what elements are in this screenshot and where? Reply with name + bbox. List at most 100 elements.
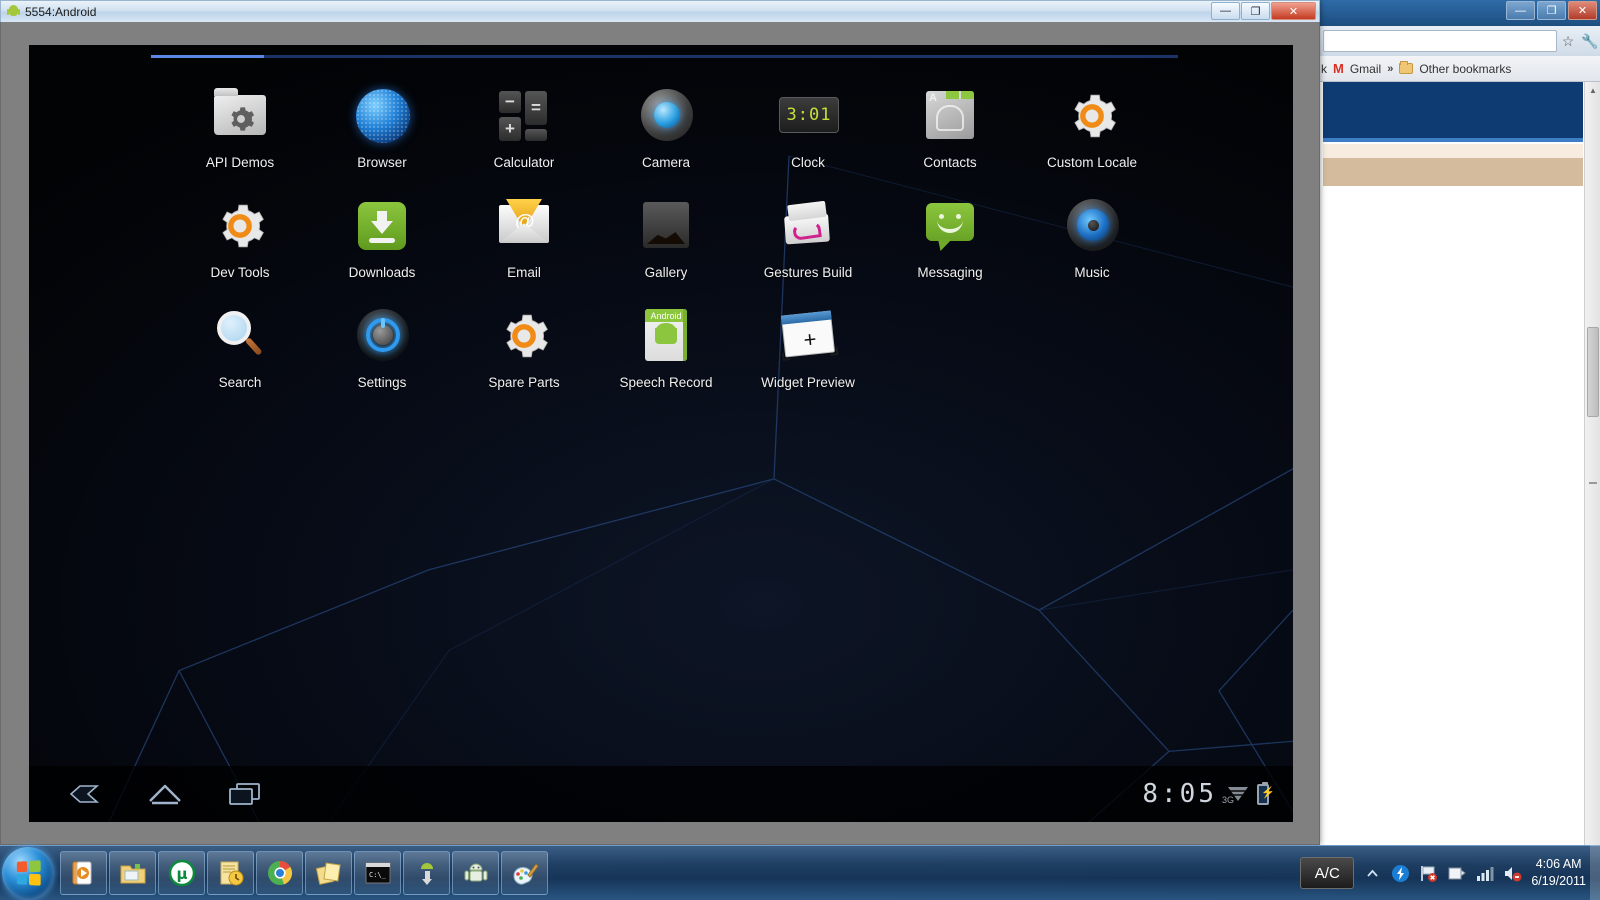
flag-error-icon[interactable]	[1419, 864, 1438, 883]
android-system-bar[interactable]: 8:05 3G ⚡	[29, 766, 1293, 822]
bookmark-other-bookmarks[interactable]: Other bookmarks	[1419, 62, 1511, 76]
show-desktop-button[interactable]	[1590, 845, 1600, 900]
chevron-up-icon[interactable]	[1363, 864, 1382, 883]
gear-icon	[1059, 83, 1125, 149]
android-emulator-window[interactable]: 5554:Android — ❐ ✕	[0, 0, 1320, 845]
app-calculator[interactable]: − = + Calculator	[453, 77, 595, 187]
page-tan-band	[1323, 158, 1583, 186]
app-camera[interactable]: Camera	[595, 77, 737, 187]
speech-recorder-icon: Android	[633, 303, 699, 369]
android-download-icon	[412, 858, 442, 888]
app-clock[interactable]: 3:01 Clock	[737, 77, 879, 187]
app-dev-tools[interactable]: Dev Tools	[169, 187, 311, 297]
app-search[interactable]: Search	[169, 297, 311, 407]
app-custom-locale[interactable]: Custom Locale	[1021, 77, 1163, 187]
android-robot-icon	[7, 5, 20, 19]
signal-bars-icon[interactable]	[1475, 864, 1494, 883]
app-gallery[interactable]: Gallery	[595, 187, 737, 297]
app-music[interactable]: Music	[1021, 187, 1163, 297]
taskbar-item-chrome[interactable]	[256, 851, 303, 895]
taskbar-item-explorer[interactable]	[109, 851, 156, 895]
yellow-files-icon	[314, 858, 344, 888]
emulator-titlebar[interactable]: 5554:Android — ❐ ✕	[0, 0, 1320, 22]
windows-taskbar[interactable]: µ	[0, 845, 1600, 900]
speech-badge: Android	[645, 309, 687, 322]
bookmark-gmail[interactable]: Gmail	[1350, 62, 1381, 76]
status-indicators[interactable]: 8:05 3G ⚡	[1142, 779, 1277, 809]
emulator-close-button[interactable]: ✕	[1271, 2, 1316, 20]
taskbar-item-media-player[interactable]	[60, 851, 107, 895]
app-gestures-builder[interactable]: Gestures Build	[737, 187, 879, 297]
bookmark-clipped-label[interactable]: k	[1321, 62, 1327, 76]
chrome-minimize-button[interactable]: —	[1506, 1, 1535, 20]
clock-icon-time: 3:01	[787, 105, 832, 125]
app-contacts[interactable]: A Contacts	[879, 77, 1021, 187]
tray-clock[interactable]: 4:06 AM 6/19/2011	[1531, 856, 1586, 890]
paint-palette-icon	[510, 858, 540, 888]
calc-key-equals: =	[525, 91, 547, 125]
page-header-band	[1323, 82, 1583, 138]
navigation-buttons[interactable]	[45, 779, 267, 809]
omnibox-input[interactable]	[1323, 30, 1557, 52]
app-label: Browser	[357, 155, 407, 170]
status-clock: 8:05	[1142, 779, 1217, 809]
back-arrow-icon[interactable]	[63, 779, 107, 809]
eject-device-icon[interactable]	[1447, 864, 1466, 883]
app-messaging[interactable]: Messaging	[879, 187, 1021, 297]
app-label: Widget Preview	[761, 375, 855, 390]
taskbar-item-sdk-download[interactable]	[403, 851, 450, 895]
taskbar-item-android-emulator[interactable]	[452, 851, 499, 895]
calc-key-plus: +	[499, 117, 521, 141]
speaker-muted-icon[interactable]	[1503, 864, 1522, 883]
chrome-titlebar[interactable]: — ❐ ✕	[1319, 0, 1600, 26]
emulator-title: 5554:Android	[25, 5, 96, 19]
app-speech-recorder[interactable]: Android Speech Record	[595, 297, 737, 407]
app-drawer-grid[interactable]: API Demos Browser − = +	[169, 77, 1163, 407]
app-email[interactable]: @ Email	[453, 187, 595, 297]
app-widget-preview[interactable]: + Widget Preview	[737, 297, 879, 407]
folder-explorer-icon	[118, 858, 148, 888]
taskbar-item-notes[interactable]	[207, 851, 254, 895]
gear-icon	[207, 193, 273, 259]
system-tray[interactable]: A/C	[1300, 846, 1600, 900]
calc-key-minus: −	[499, 91, 521, 113]
chrome-scrollbar[interactable]: ▲	[1584, 82, 1600, 845]
scrollbar-thumb[interactable]	[1587, 327, 1599, 417]
app-downloads[interactable]: Downloads	[311, 187, 453, 297]
taskbar-item-file-window[interactable]	[305, 851, 352, 895]
folder-icon	[1399, 63, 1413, 74]
chrome-maximize-button[interactable]: ❐	[1537, 1, 1566, 20]
bookmarks-bar[interactable]: k M Gmail » Other bookmarks	[1319, 56, 1600, 82]
emulator-minimize-button[interactable]: —	[1211, 2, 1240, 20]
taskbar-item-utorrent[interactable]: µ	[158, 851, 205, 895]
ac-indicator-button[interactable]: A/C	[1300, 857, 1354, 889]
recent-apps-icon[interactable]	[223, 779, 267, 809]
network-type-label: 3G	[1222, 795, 1234, 805]
app-api-demos[interactable]: API Demos	[169, 77, 311, 187]
taskbar-items[interactable]: µ	[60, 851, 548, 895]
emulator-maximize-button[interactable]: ❐	[1241, 2, 1270, 20]
android-screen[interactable]: API Demos Browser − = +	[29, 45, 1293, 822]
app-label: API Demos	[206, 155, 274, 170]
chrome-close-button[interactable]: ✕	[1568, 1, 1597, 20]
media-player-icon	[69, 858, 99, 888]
app-browser[interactable]: Browser	[311, 77, 453, 187]
taskbar-item-paint[interactable]	[501, 851, 548, 895]
star-icon[interactable]: ☆	[1557, 30, 1579, 52]
calculator-icon: − = +	[491, 83, 557, 149]
scroll-up-icon[interactable]: ▲	[1585, 82, 1600, 98]
home-icon[interactable]	[143, 779, 187, 809]
bookmarks-overflow-button[interactable]: »	[1387, 63, 1393, 75]
wrench-icon[interactable]: 🔧	[1579, 30, 1600, 52]
app-label: Calculator	[494, 155, 555, 170]
messaging-bubble-icon	[917, 193, 983, 259]
widget-plus-glyph: +	[803, 328, 818, 351]
app-spare-parts[interactable]: Spare Parts	[453, 297, 595, 407]
start-button[interactable]	[2, 847, 54, 899]
app-label: Search	[219, 375, 262, 390]
taskbar-item-command-prompt[interactable]: C:\_	[354, 851, 401, 895]
flash-icon[interactable]	[1391, 864, 1410, 883]
download-icon	[349, 193, 415, 259]
chrome-browser-window[interactable]: — ❐ ✕ ☆ 🔧 k M Gmail » Other bookmarks ▲	[1318, 0, 1600, 845]
app-settings[interactable]: Settings	[311, 297, 453, 407]
